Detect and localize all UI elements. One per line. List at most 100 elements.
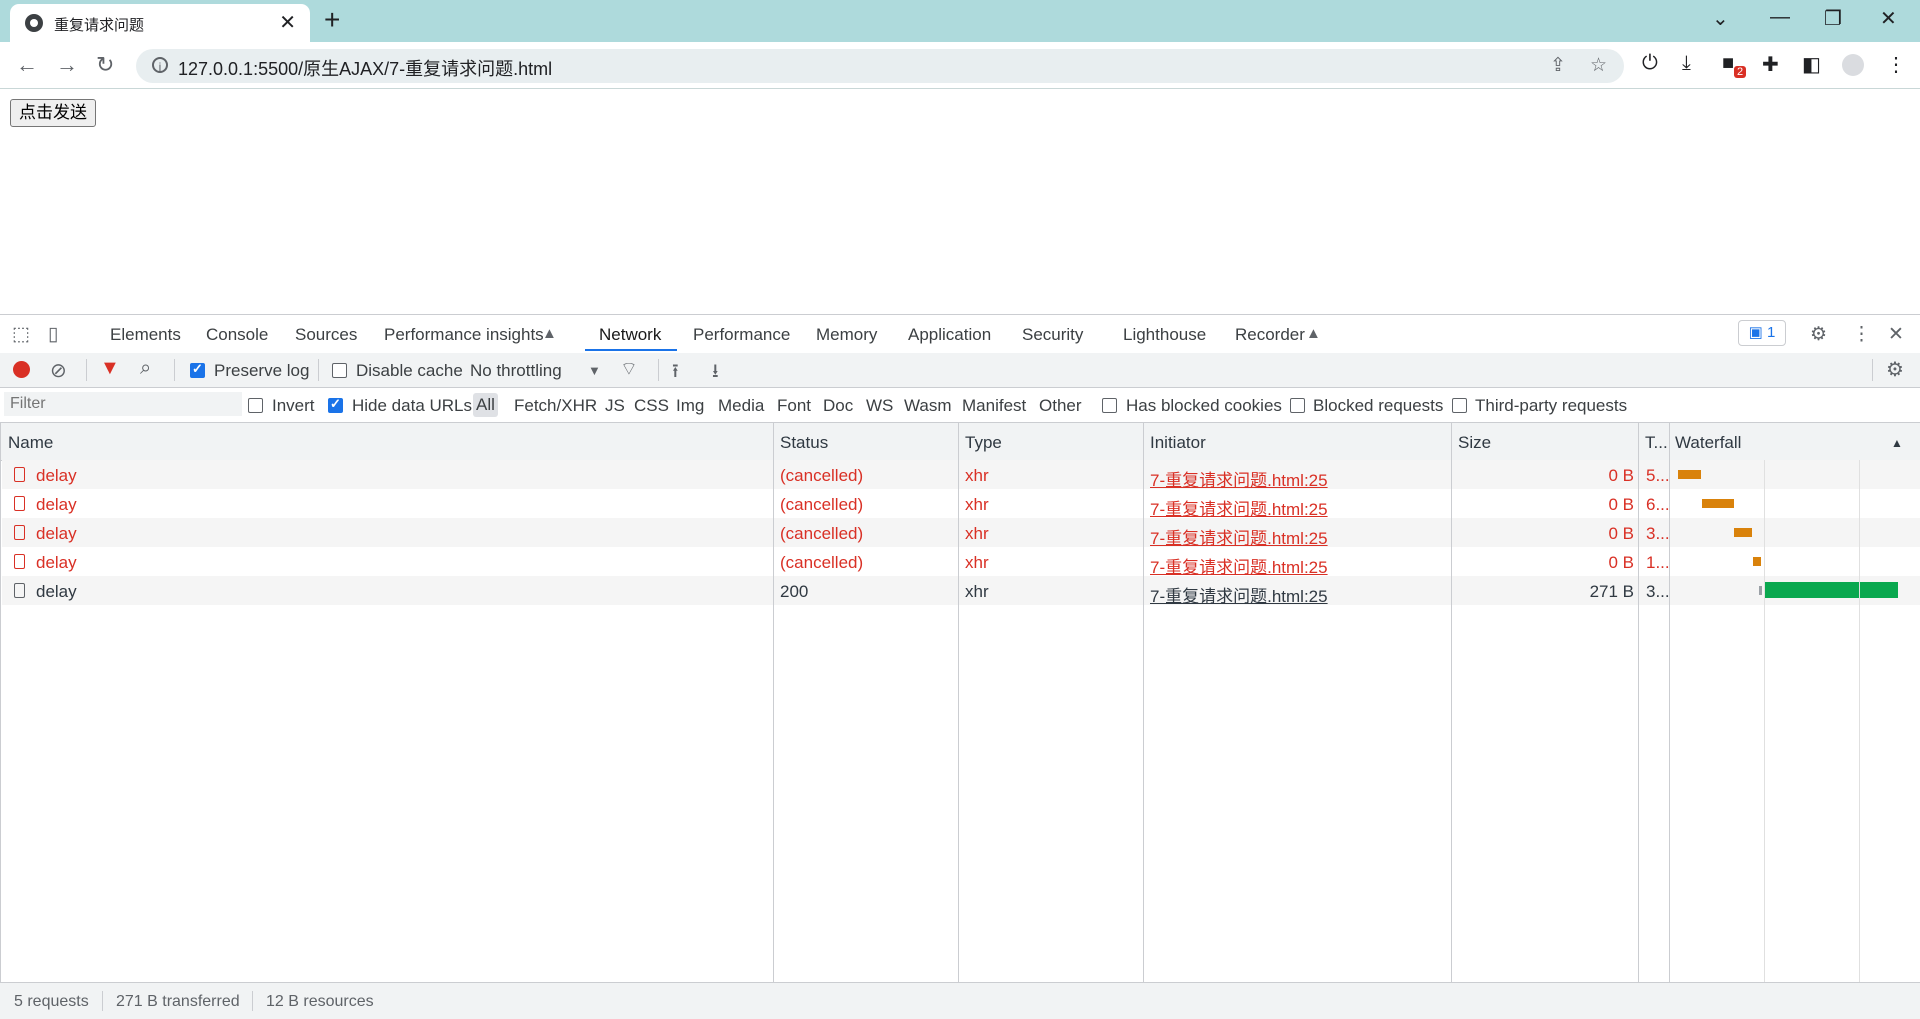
request-initiator-link[interactable]: 7-重复请求问题.html:25 (1150, 524, 1328, 549)
filter-type-doc[interactable]: Doc (823, 396, 853, 416)
request-initiator-link[interactable]: 7-重复请求问题.html:25 (1150, 466, 1328, 491)
invert-checkbox[interactable] (248, 398, 263, 413)
disable-cache-checkbox[interactable] (332, 363, 347, 378)
table-row[interactable]: delay (cancelled) xhr 7-重复请求问题.html:25 0… (2, 518, 1920, 549)
filter-type-ws[interactable]: WS (866, 396, 893, 416)
restore-button[interactable]: ❐ (1824, 6, 1842, 31)
hide-data-urls-checkbox[interactable] (328, 396, 343, 413)
tab-security[interactable]: Security (1022, 325, 1083, 345)
preserve-log-checkbox[interactable] (190, 361, 205, 378)
request-name: delay (36, 553, 77, 572)
filter-type-media[interactable]: Media (718, 396, 764, 416)
request-document-icon (14, 467, 25, 482)
tab-memory[interactable]: Memory (816, 325, 877, 345)
tab-sources[interactable]: Sources (295, 325, 357, 345)
download-icon[interactable]: ⤓ (1682, 52, 1691, 75)
request-size: 0 B (1608, 466, 1634, 485)
close-window-button[interactable]: ✕ (1880, 6, 1897, 31)
filter-type-fetch-xhr[interactable]: Fetch/XHR (514, 396, 597, 416)
filter-type-other[interactable]: Other (1039, 396, 1082, 416)
filter-type-all[interactable]: All (473, 393, 498, 417)
filter-type-wasm[interactable]: Wasm (904, 396, 952, 416)
menu-kebab-icon[interactable]: ⋮ (1886, 52, 1906, 77)
request-initiator-link[interactable]: 7-重复请求问题.html:25 (1150, 553, 1328, 578)
forward-button[interactable]: → (56, 52, 78, 78)
table-row[interactable]: delay 200 xhr 7-重复请求问题.html:25 271 B 3..… (2, 576, 1920, 607)
send-button[interactable]: 点击发送 (10, 99, 96, 127)
tab-network[interactable]: Network (599, 325, 661, 345)
search-icon[interactable]: ⌕ (140, 357, 151, 380)
browser-tab[interactable]: 重复请求问题 ✕ (10, 4, 310, 42)
url-text[interactable]: 127.0.0.1:5500/原生AJAX/7-重复请求问题.html (178, 55, 552, 81)
tab-console[interactable]: Console (206, 325, 268, 345)
filter-input[interactable] (4, 392, 242, 416)
filter-type-font[interactable]: Font (777, 396, 811, 416)
extension-icon[interactable]: ■ (1722, 52, 1734, 75)
request-name: delay (36, 524, 77, 543)
settings-gear-icon[interactable]: ⚙ (1810, 323, 1827, 346)
tab-performance[interactable]: Performance (693, 325, 790, 345)
tab-lighthouse[interactable]: Lighthouse (1123, 325, 1206, 345)
column-time[interactable]: T... (1645, 433, 1668, 453)
filter-funnel-icon[interactable]: ▼ (100, 357, 120, 380)
record-icon[interactable] (13, 361, 30, 378)
request-type: xhr (965, 495, 989, 514)
request-initiator-link[interactable]: 7-重复请求问题.html:25 (1150, 582, 1328, 607)
clear-icon[interactable]: ⊘ (50, 358, 67, 383)
table-row[interactable]: delay (cancelled) xhr 7-重复请求问题.html:25 0… (2, 489, 1920, 520)
table-row[interactable]: delay (cancelled) xhr 7-重复请求问题.html:25 0… (2, 460, 1920, 491)
tab-performance-insights[interactable]: Performance insights (384, 325, 544, 345)
address-bar[interactable]: i 127.0.0.1:5500/原生AJAX/7-重复请求问题.html ⇪ … (136, 49, 1624, 83)
tab-recorder[interactable]: Recorder (1235, 325, 1305, 345)
sort-ascending-icon[interactable]: ▲ (1891, 436, 1903, 450)
filter-type-manifest[interactable]: Manifest (962, 396, 1026, 416)
network-conditions-icon[interactable]: ⌔ (620, 357, 638, 381)
filter-type-js[interactable]: JS (605, 396, 625, 416)
disable-cache-label: Disable cache (356, 361, 463, 380)
filter-bar: Invert Hide data URLs All Fetch/XHR JS C… (0, 388, 1920, 423)
tab-search-icon[interactable]: ⌄ (1712, 6, 1729, 31)
close-tab-icon[interactable]: ✕ (279, 10, 296, 35)
column-type[interactable]: Type (965, 433, 1002, 453)
tab-application[interactable]: Application (908, 325, 991, 345)
third-party-checkbox[interactable] (1452, 398, 1467, 413)
side-panel-icon[interactable]: ◧ (1802, 52, 1821, 77)
message-icon: ▣ (1748, 324, 1767, 341)
filter-type-img[interactable]: Img (676, 396, 704, 416)
throttling-select[interactable]: No throttling (470, 361, 562, 381)
reload-button[interactable]: ↻ (96, 52, 114, 78)
table-row[interactable]: delay (cancelled) xhr 7-重复请求问题.html:25 0… (2, 547, 1920, 578)
column-name[interactable]: Name (8, 433, 53, 453)
tab-elements[interactable]: Elements (110, 325, 181, 345)
profile-avatar[interactable] (1842, 54, 1864, 76)
request-initiator-link[interactable]: 7-重复请求问题.html:25 (1150, 495, 1328, 520)
column-initiator[interactable]: Initiator (1150, 433, 1206, 453)
minimize-button[interactable]: — (1770, 6, 1790, 29)
waterfall-gridline (1859, 460, 1860, 982)
power-icon[interactable]: ⏻ (1642, 52, 1658, 75)
device-toolbar-icon[interactable]: ▯ (48, 323, 58, 346)
site-info-icon[interactable]: i (152, 57, 168, 74)
filter-type-css[interactable]: CSS (634, 396, 669, 416)
column-status[interactable]: Status (780, 433, 828, 453)
waterfall-bar (1734, 528, 1752, 537)
share-icon[interactable]: ⇪ (1550, 54, 1566, 77)
back-button[interactable]: ← (16, 52, 38, 78)
has-blocked-cookies-checkbox[interactable] (1102, 398, 1117, 413)
import-har-icon[interactable]: ⭱ (672, 357, 679, 389)
issues-badge[interactable]: ▣ 1 (1738, 320, 1786, 346)
new-tab-button[interactable]: + (324, 4, 340, 36)
bookmark-star-icon[interactable]: ☆ (1590, 54, 1607, 77)
inspect-element-icon[interactable]: ⬚ (12, 323, 30, 346)
network-settings-icon[interactable]: ⚙ (1886, 357, 1904, 382)
column-waterfall[interactable]: Waterfall (1675, 433, 1741, 453)
blocked-requests-checkbox[interactable] (1290, 398, 1305, 413)
puzzle-icon[interactable]: ✚ (1762, 52, 1779, 77)
more-options-icon[interactable]: ⋮ (1852, 323, 1871, 346)
export-har-icon[interactable]: ⭳ (712, 357, 719, 389)
chevron-down-icon[interactable]: ▼ (588, 363, 601, 378)
preserve-log-label: Preserve log (214, 361, 310, 380)
close-devtools-icon[interactable]: ✕ (1888, 323, 1904, 346)
column-divider (773, 423, 774, 982)
column-size[interactable]: Size (1458, 433, 1491, 453)
